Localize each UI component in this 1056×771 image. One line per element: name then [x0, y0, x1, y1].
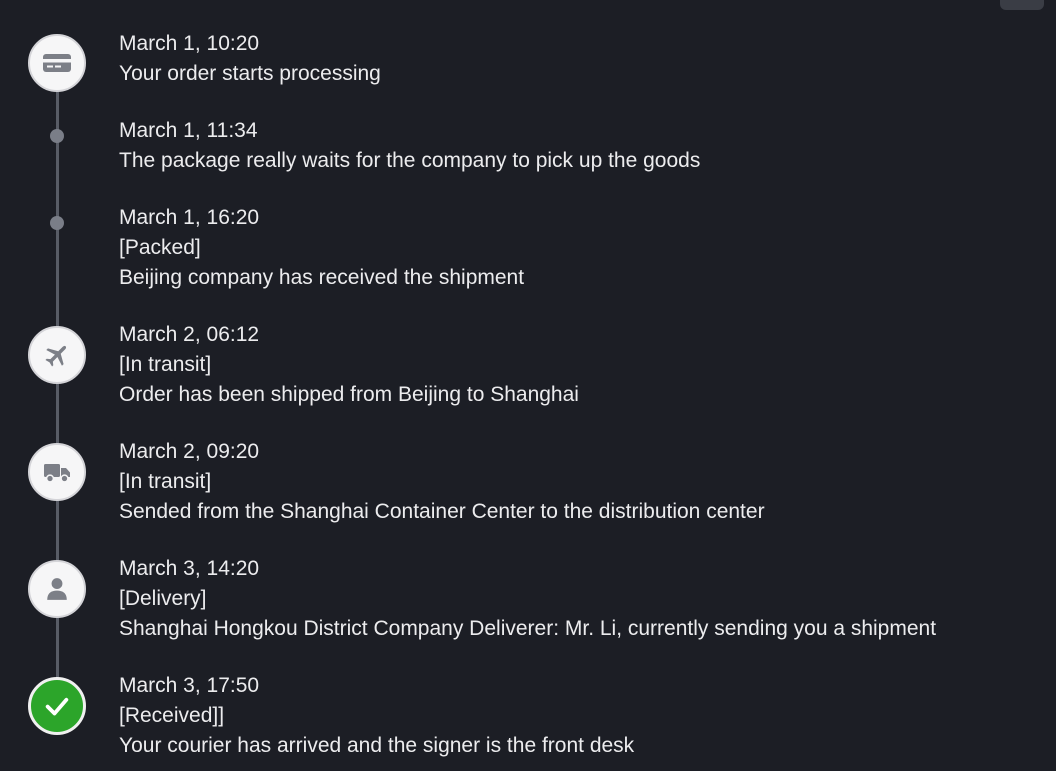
- event-status: [Delivery]: [119, 587, 207, 610]
- event-time: March 2, 06:12: [119, 323, 260, 346]
- event-time: March 1, 11:34: [119, 119, 258, 142]
- event-time: March 3, 17:50: [119, 674, 260, 697]
- event-text: March 1, 10:20 Your order starts process…: [119, 29, 381, 89]
- event-text: March 1, 16:20 [Packed] Beijing company …: [119, 203, 524, 293]
- event-status: [Received]]: [119, 704, 225, 727]
- event-description: The package really waits for the company…: [119, 149, 701, 172]
- event-text: March 2, 09:20 [In transit] Sended from …: [119, 437, 765, 527]
- checkmark-icon: [28, 677, 86, 735]
- event-description: Order has been shipped from Beijing to S…: [119, 383, 579, 406]
- logistics-timeline-page: March 1, 10:20 Your order starts process…: [0, 0, 1056, 771]
- card-icon: [28, 34, 86, 92]
- event-description: Sended from the Shanghai Container Cente…: [119, 500, 765, 523]
- timeline-dot: [50, 216, 64, 230]
- event-description: Your order starts processing: [119, 62, 381, 85]
- event-status: [In transit]: [119, 353, 212, 376]
- event-text: March 1, 11:34 The package really waits …: [119, 116, 700, 176]
- airplane-icon: [28, 326, 86, 384]
- event-status: [In transit]: [119, 470, 212, 493]
- event-text: March 2, 06:12 [In transit] Order has be…: [119, 320, 579, 410]
- event-time: March 1, 16:20: [119, 206, 260, 229]
- corner-button[interactable]: [1000, 0, 1044, 10]
- event-text: March 3, 17:50 [Received]] Your courier …: [119, 671, 634, 761]
- truck-icon: [28, 443, 86, 501]
- timeline-dot: [50, 129, 64, 143]
- person-icon: [28, 560, 86, 618]
- event-status: [Packed]: [119, 236, 201, 259]
- event-time: March 3, 14:20: [119, 557, 260, 580]
- event-text: March 3, 14:20 [Delivery] Shanghai Hongk…: [119, 554, 936, 644]
- event-description: Shanghai Hongkou District Company Delive…: [119, 617, 937, 640]
- event-description: Beijing company has received the shipmen…: [119, 266, 525, 289]
- event-time: March 2, 09:20: [119, 440, 260, 463]
- event-description: Your courier has arrived and the signer …: [119, 734, 635, 757]
- event-time: March 1, 10:20: [119, 32, 260, 55]
